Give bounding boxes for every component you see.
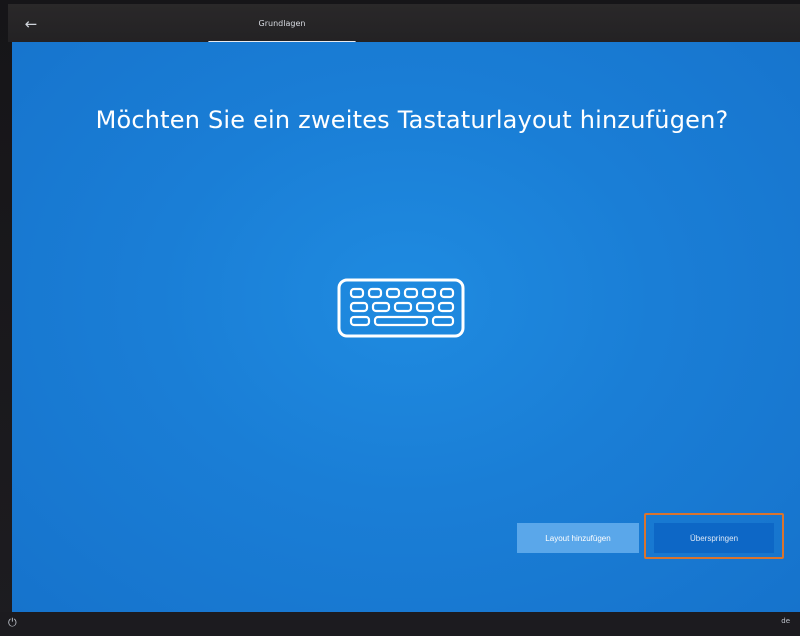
oobe-window: ← Grundlagen Möchten Sie ein zweites Tas… [0,0,800,636]
tab-grundlagen[interactable]: Grundlagen [206,10,358,44]
back-arrow-icon[interactable]: ← [16,12,46,36]
accessibility-icon[interactable]: ⏻ [8,615,24,631]
top-bar: ← Grundlagen [8,4,800,44]
bottom-bar: ⏻ de [0,612,800,636]
skip-button[interactable]: Überspringen [654,523,774,553]
page-title: Möchten Sie ein zweites Tastaturlayout h… [95,106,729,134]
keyboard-icon [337,278,465,338]
add-layout-button[interactable]: Layout hinzufügen [517,523,639,553]
language-indicator[interactable]: de [781,617,790,625]
